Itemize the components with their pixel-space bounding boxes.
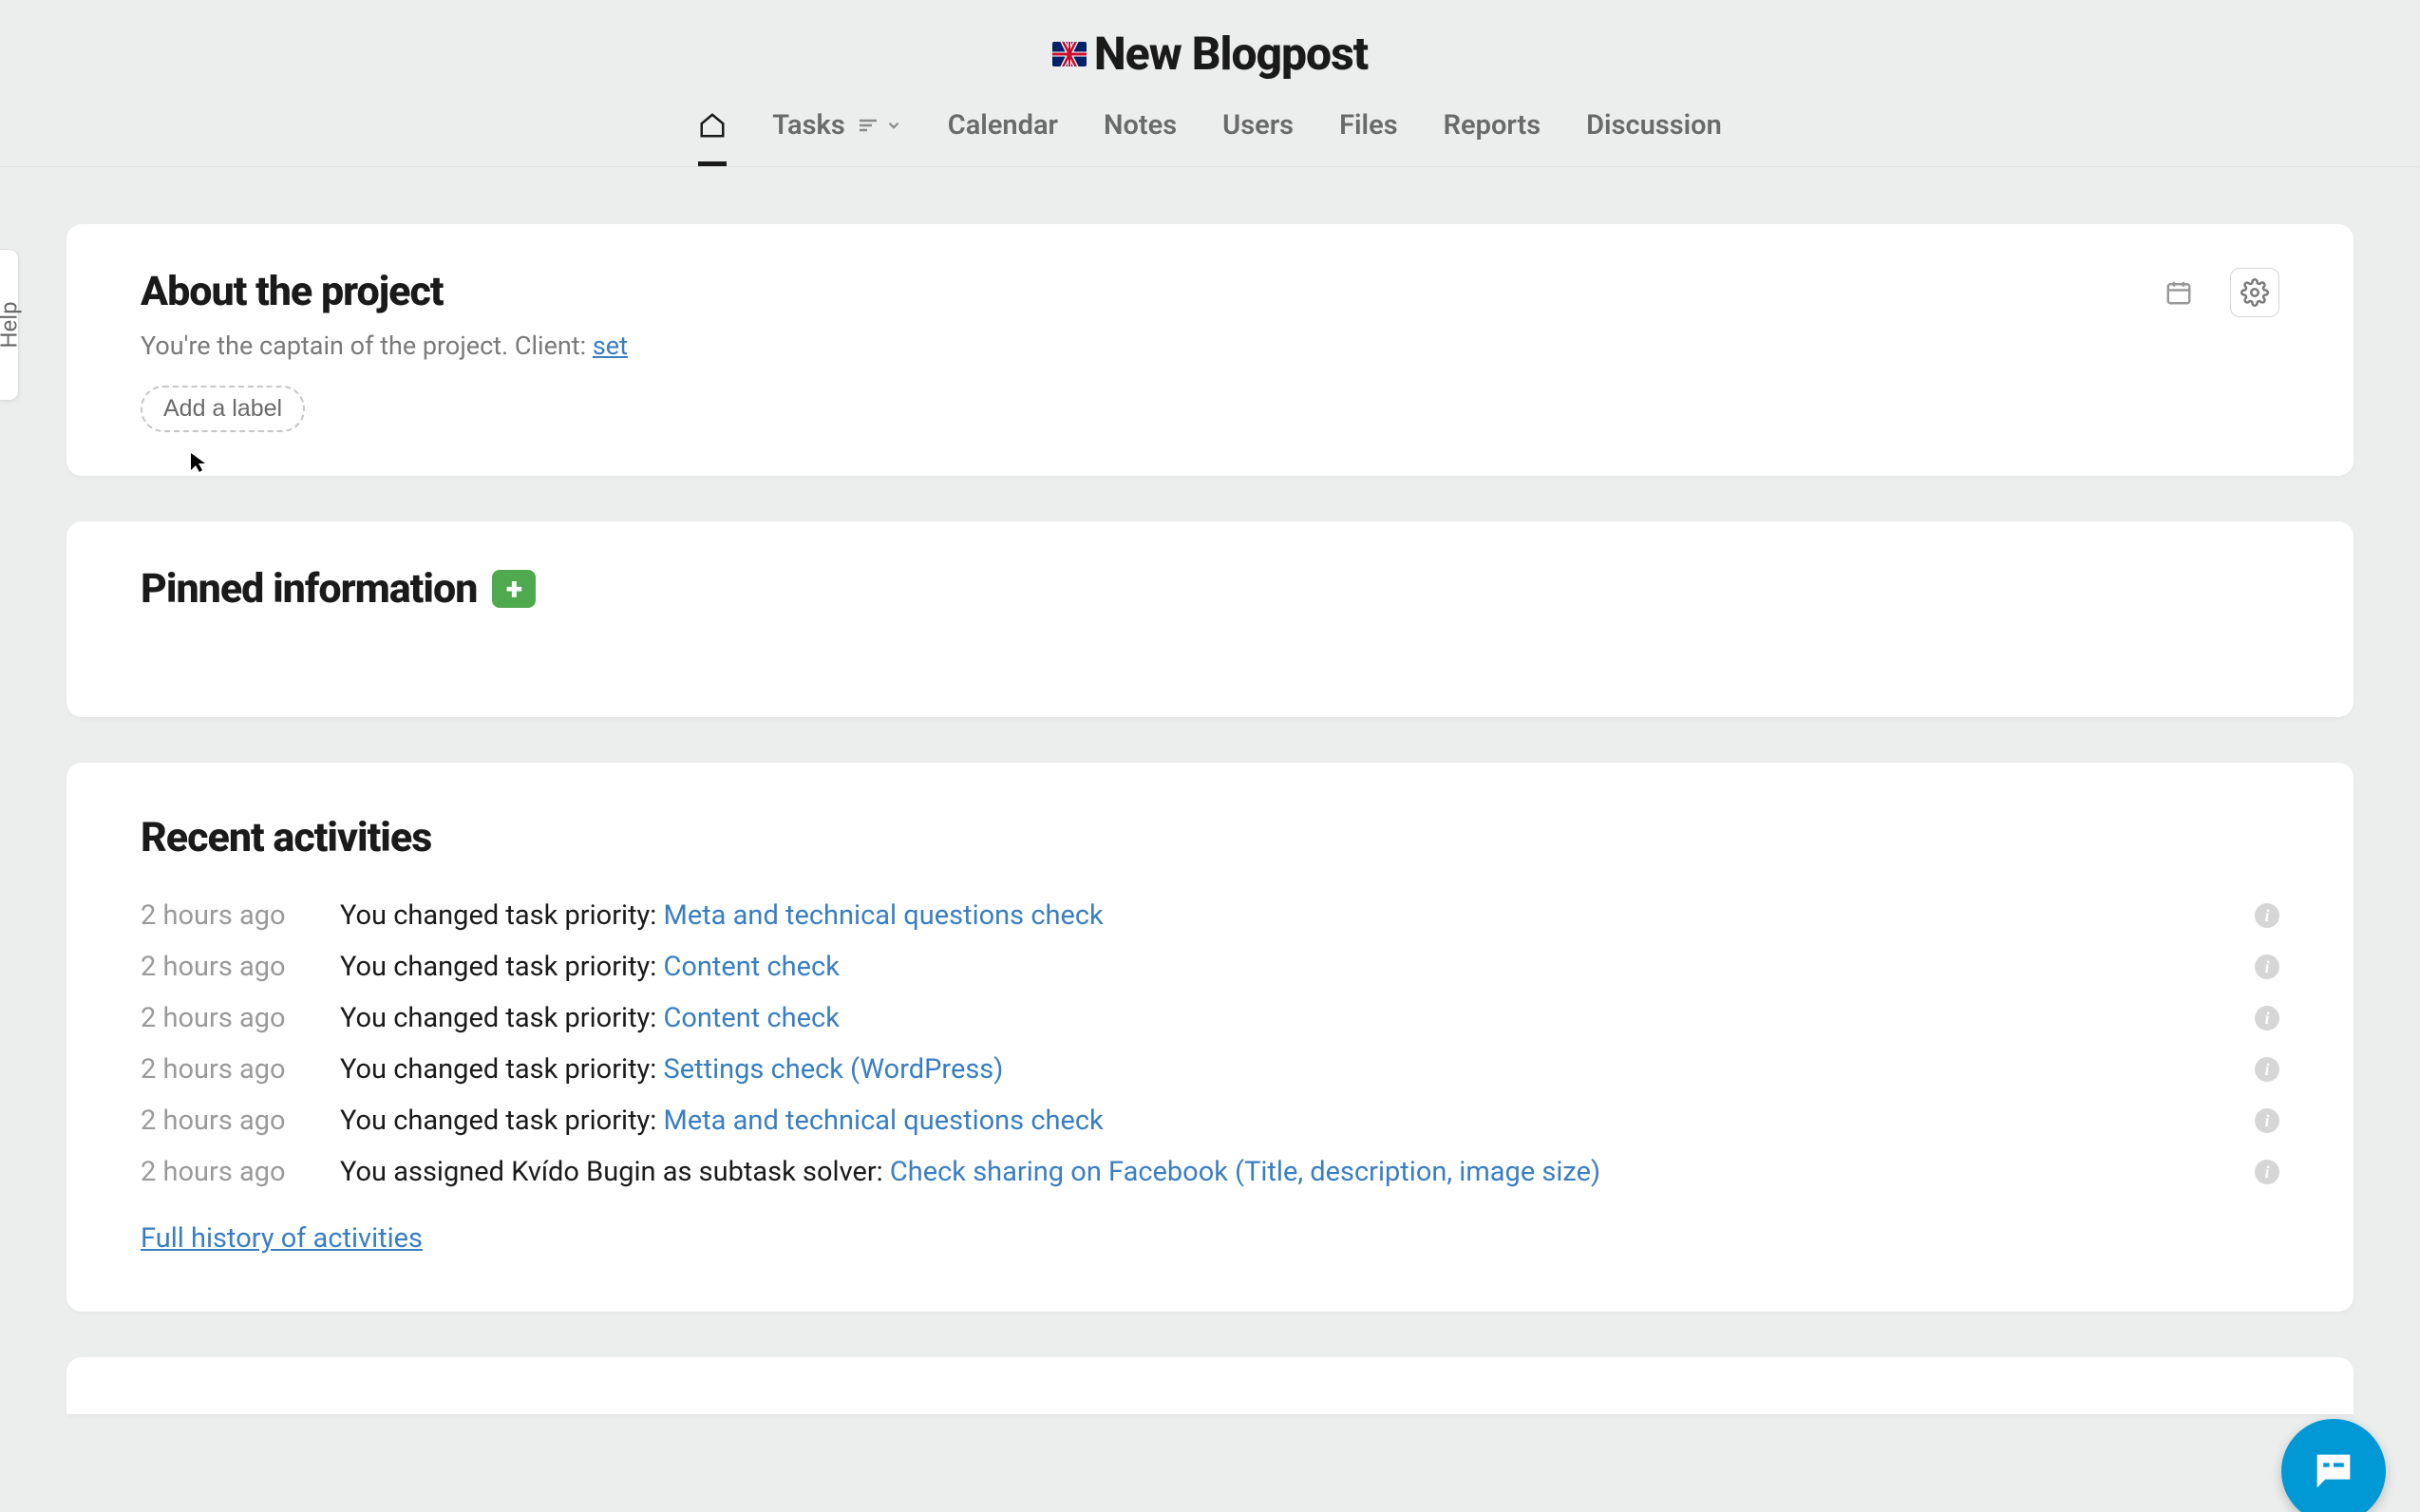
uk-flag-icon [1052, 42, 1087, 66]
activity-time: 2 hours ago [141, 1105, 340, 1137]
full-history-link[interactable]: Full history of activities [141, 1222, 423, 1255]
activity-time: 2 hours ago [141, 1156, 340, 1188]
nav-discussion-label: Discussion [1586, 109, 1722, 142]
nav-home[interactable] [698, 109, 727, 166]
page-title-text: New Blogpost [1094, 27, 1368, 81]
chat-icon [2309, 1446, 2358, 1496]
activity-text: You changed task priority: Settings chec… [340, 1053, 2255, 1086]
recent-title: Recent activities [141, 814, 2279, 861]
chat-fab[interactable] [2281, 1419, 2386, 1512]
nav-calendar-label: Calendar [948, 109, 1058, 142]
add-pinned-button[interactable]: + [492, 570, 536, 608]
nav-users[interactable]: Users [1222, 109, 1294, 166]
nav-notes[interactable]: Notes [1104, 109, 1177, 166]
activity-text: You changed task priority: Content check [340, 951, 2255, 983]
pinned-card: Pinned information + [66, 521, 2354, 717]
activity-link[interactable]: Content check [664, 1002, 840, 1034]
activity-text-prefix: You changed task priority: [340, 1105, 664, 1137]
next-card-peek [66, 1357, 2354, 1414]
nav-users-label: Users [1222, 109, 1294, 142]
about-subtitle: You're the captain of the project. Clien… [141, 331, 628, 361]
calendar-icon [2165, 278, 2193, 307]
filter-lines-icon [857, 114, 879, 137]
settings-button[interactable] [2230, 268, 2279, 317]
add-label-button[interactable]: Add a label [141, 386, 305, 432]
recent-card: Recent activities 2 hours agoYou changed… [66, 763, 2354, 1312]
help-tab[interactable]: Help [0, 249, 19, 401]
nav-discussion[interactable]: Discussion [1586, 109, 1722, 166]
nav-notes-label: Notes [1104, 109, 1177, 142]
activity-link[interactable]: Meta and technical questions check [664, 899, 1104, 932]
activity-row: 2 hours agoYou changed task priority: Me… [141, 1095, 2279, 1146]
activity-row: 2 hours agoYou changed task priority: Co… [141, 941, 2279, 992]
date-button[interactable] [2156, 270, 2202, 315]
activity-text-prefix: You changed task priority: [340, 1053, 664, 1086]
info-icon[interactable]: i [2255, 954, 2279, 979]
nav-tasks[interactable]: Tasks [772, 109, 902, 166]
nav-files-label: Files [1339, 109, 1398, 142]
activity-time: 2 hours ago [141, 1002, 340, 1034]
activity-text-prefix: You changed task priority: [340, 899, 664, 932]
activity-text: You assigned Kvído Bugin as subtask solv… [340, 1156, 2255, 1188]
nav-calendar[interactable]: Calendar [948, 109, 1058, 166]
activity-row: 2 hours agoYou changed task priority: Se… [141, 1044, 2279, 1095]
activity-text-prefix: You assigned Kvído Bugin as subtask solv… [340, 1156, 890, 1188]
help-tab-label: Help [0, 301, 23, 348]
activity-list: 2 hours agoYou changed task priority: Me… [141, 890, 2279, 1198]
activity-time: 2 hours ago [141, 951, 340, 983]
activity-link[interactable]: Check sharing on Facebook (Title, descri… [890, 1156, 1600, 1188]
activity-row: 2 hours agoYou changed task priority: Co… [141, 992, 2279, 1044]
activity-row: 2 hours agoYou assigned Kvído Bugin as s… [141, 1146, 2279, 1198]
about-card: About the project You're the captain of … [66, 224, 2354, 476]
activity-link[interactable]: Meta and technical questions check [664, 1105, 1104, 1137]
nav-reports-label: Reports [1444, 109, 1541, 142]
client-set-link[interactable]: set [593, 331, 628, 361]
pinned-title: Pinned information [141, 565, 477, 613]
info-icon[interactable]: i [2255, 1057, 2279, 1082]
activity-text: You changed task priority: Meta and tech… [340, 1105, 2255, 1137]
info-icon[interactable]: i [2255, 1108, 2279, 1133]
chevron-down-icon[interactable] [885, 117, 902, 134]
page-title: New Blogpost [1052, 27, 1368, 81]
activity-link[interactable]: Content check [664, 951, 840, 983]
info-icon[interactable]: i [2255, 1160, 2279, 1184]
activity-time: 2 hours ago [141, 1053, 340, 1086]
activity-text-prefix: You changed task priority: [340, 951, 664, 983]
activity-text-prefix: You changed task priority: [340, 1002, 664, 1034]
about-title: About the project [141, 268, 628, 315]
nav-tasks-label: Tasks [772, 109, 845, 142]
activity-text: You changed task priority: Meta and tech… [340, 899, 2255, 932]
home-icon [698, 111, 727, 140]
info-icon[interactable]: i [2255, 1006, 2279, 1030]
activity-text: You changed task priority: Content check [340, 1002, 2255, 1034]
nav-reports[interactable]: Reports [1444, 109, 1541, 166]
activity-row: 2 hours agoYou changed task priority: Me… [141, 890, 2279, 941]
activity-time: 2 hours ago [141, 899, 340, 932]
main-nav: Tasks Calendar Notes Users Files Reports… [0, 81, 2420, 167]
gear-icon [2240, 278, 2269, 307]
nav-files[interactable]: Files [1339, 109, 1398, 166]
about-subtitle-text: You're the captain of the project. Clien… [141, 331, 593, 361]
activity-link[interactable]: Settings check (WordPress) [664, 1053, 1004, 1086]
info-icon[interactable]: i [2255, 903, 2279, 928]
